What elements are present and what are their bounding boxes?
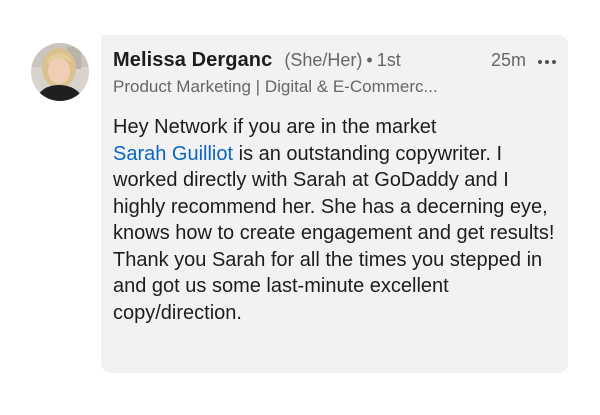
author-pronouns: (She/Her) (284, 50, 363, 70)
author-headline: Product Marketing | Digital & E-Commerc.… (113, 77, 438, 96)
comment-text-line1: Hey Network if you are in the market (113, 116, 437, 138)
degree-separator: • (366, 50, 373, 70)
comment-text-rest: is an outstanding copywriter. I worked d… (113, 142, 555, 324)
comment-item: Melissa Derganc (She/Her) • 1st 25m Prod… (0, 0, 600, 415)
avatar[interactable] (31, 43, 89, 101)
comment-bubble: Melissa Derganc (She/Her) • 1st 25m Prod… (101, 35, 568, 373)
comment-header: Melissa Derganc (She/Her) • 1st 25m (113, 49, 556, 75)
comment-timestamp: 25m (490, 50, 526, 70)
mention-link[interactable]: Sarah Guilliot (113, 143, 233, 165)
profile-photo-icon (31, 43, 89, 101)
more-horizontal-icon[interactable] (538, 60, 556, 64)
author-name[interactable]: Melissa Derganc (113, 49, 272, 72)
comment-text: Hey Network if you are in the market Sara… (113, 114, 558, 326)
connection-degree: 1st (376, 50, 401, 70)
